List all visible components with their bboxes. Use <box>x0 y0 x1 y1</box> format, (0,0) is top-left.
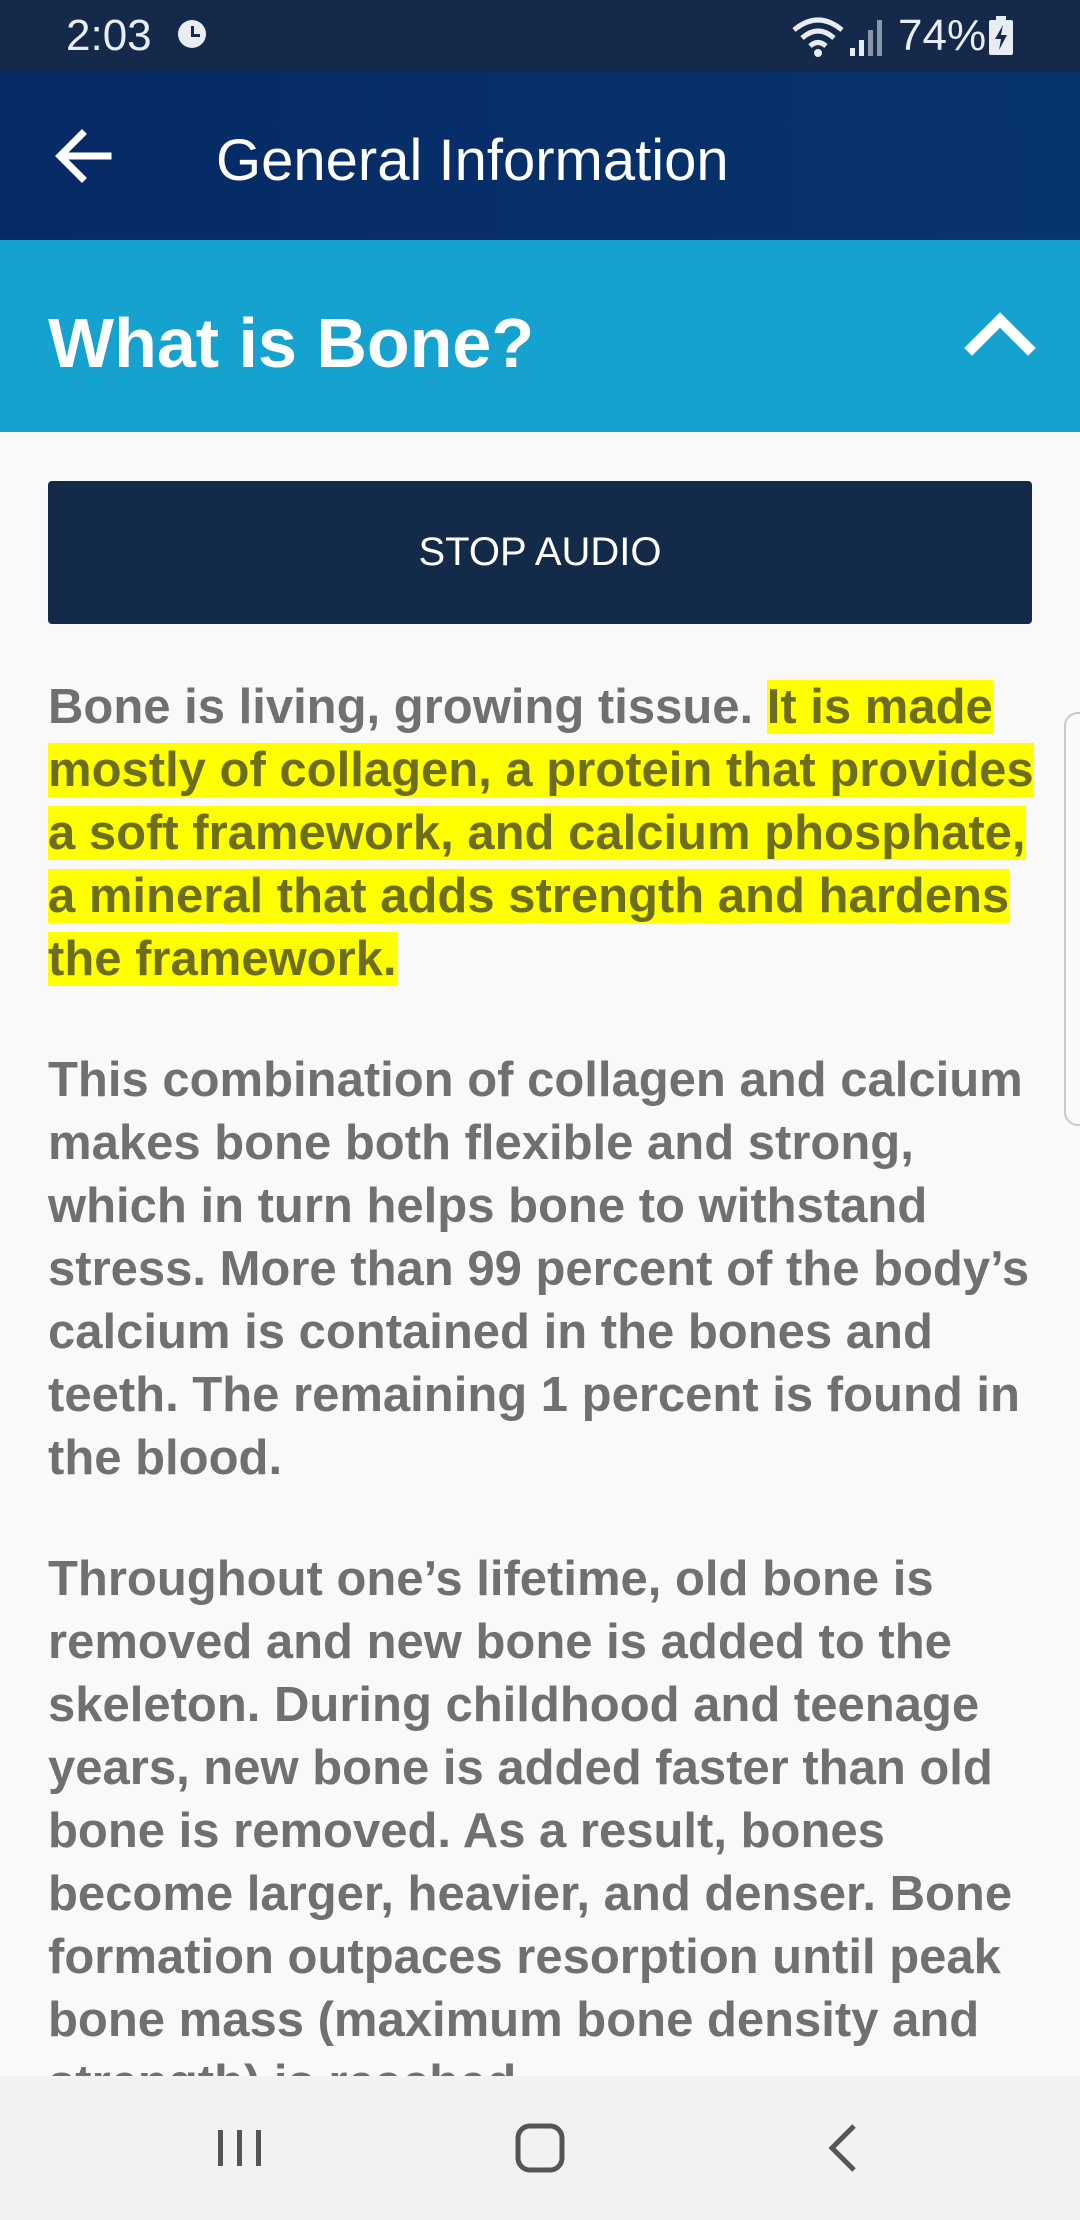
system-nav-bar <box>0 2076 1080 2220</box>
signal-icon <box>850 20 882 56</box>
section-header[interactable]: What is Bone? <box>0 240 1080 432</box>
section-title: What is Bone? <box>48 304 535 382</box>
paragraph-2: This combination of collagen and calcium… <box>48 1053 1030 1485</box>
back-chevron-icon[interactable] <box>814 2116 874 2180</box>
status-bar: 2:03 74% <box>0 0 1080 72</box>
wifi-icon <box>792 17 844 57</box>
status-time: 2:03 <box>66 11 152 60</box>
paragraph-1-text: Bone is living, growing tissue. <box>48 680 767 734</box>
scroll-handle[interactable] <box>1064 712 1080 1126</box>
home-icon[interactable] <box>510 2116 570 2180</box>
stop-audio-button[interactable]: STOP AUDIO <box>48 481 1032 624</box>
app-bar: General Information <box>0 72 1080 240</box>
battery-percentage: 74% <box>898 11 987 60</box>
paragraph-1: Bone is living, growing tissue. It is ma… <box>48 676 1048 991</box>
chevron-up-icon[interactable] <box>960 292 1040 372</box>
article-body: Bone is living, growing tissue. It is ma… <box>48 676 1048 2173</box>
recents-icon[interactable] <box>210 2116 270 2180</box>
arrow-left-icon[interactable] <box>46 116 126 196</box>
alarm-clock-icon <box>178 20 206 48</box>
page-title: General Information <box>216 128 729 193</box>
paragraph-3: Throughout one’s lifetime, old bone is r… <box>48 1552 1013 2110</box>
battery-charging-icon <box>989 16 1013 55</box>
